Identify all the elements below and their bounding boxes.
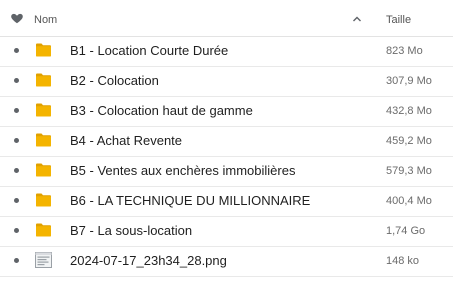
folder-row[interactable]: B3 - Colocation haut de gamme 432,8 Mo: [0, 96, 453, 127]
folder-icon: [35, 162, 52, 178]
bullet-icon: [14, 258, 19, 263]
folder-icon: [35, 222, 52, 238]
file-size: 148 ko: [386, 255, 420, 267]
file-name[interactable]: B2 - Colocation: [70, 73, 159, 88]
folder-icon: [35, 192, 52, 208]
file-list-header: Nom Taille: [0, 0, 453, 37]
file-name[interactable]: B5 - Ventes aux enchères immobilières: [70, 163, 295, 178]
file-row[interactable]: 2024-07-17_23h34_28.png 148 ko: [0, 246, 453, 277]
file-name[interactable]: B1 - Location Courte Durée: [70, 43, 228, 58]
file-size: 1,74 Go: [386, 225, 426, 237]
chevron-up-icon[interactable]: [352, 14, 362, 24]
bullet-icon: [14, 228, 19, 233]
folder-row[interactable]: B2 - Colocation 307,9 Mo: [0, 66, 453, 97]
folder-icon: [35, 72, 52, 88]
file-name[interactable]: B3 - Colocation haut de gamme: [70, 103, 253, 118]
bullet-icon: [14, 48, 19, 53]
folder-icon: [35, 132, 52, 148]
folder-icon: [35, 42, 52, 58]
file-name[interactable]: B7 - La sous-location: [70, 223, 192, 238]
bullet-icon: [14, 198, 19, 203]
bullet-icon: [14, 78, 19, 83]
column-header-size[interactable]: Taille: [386, 14, 411, 26]
column-header-name[interactable]: Nom: [34, 14, 57, 26]
file-size: 823 Mo: [386, 45, 423, 57]
folder-row[interactable]: B7 - La sous-location 1,74 Go: [0, 216, 453, 247]
folder-row[interactable]: B4 - Achat Revente 459,2 Mo: [0, 126, 453, 157]
file-size: 400,4 Mo: [386, 195, 432, 207]
bullet-icon: [14, 138, 19, 143]
folder-row[interactable]: B1 - Location Courte Durée 823 Mo: [0, 36, 453, 67]
image-file-icon: [35, 252, 52, 268]
file-name[interactable]: B4 - Achat Revente: [70, 133, 182, 148]
folder-row[interactable]: B6 - LA TECHNIQUE DU MILLIONNAIRE 400,4 M…: [0, 186, 453, 217]
file-size: 579,3 Mo: [386, 165, 432, 177]
file-size: 432,8 Mo: [386, 105, 432, 117]
file-name[interactable]: B6 - LA TECHNIQUE DU MILLIONNAIRE: [70, 193, 310, 208]
file-size: 307,9 Mo: [386, 75, 432, 87]
bullet-icon: [14, 168, 19, 173]
file-name[interactable]: 2024-07-17_23h34_28.png: [70, 253, 227, 268]
folder-row[interactable]: B5 - Ventes aux enchères immobilières 579…: [0, 156, 453, 187]
file-size: 459,2 Mo: [386, 135, 432, 147]
heart-icon[interactable]: [10, 11, 24, 25]
folder-icon: [35, 102, 52, 118]
bullet-icon: [14, 108, 19, 113]
